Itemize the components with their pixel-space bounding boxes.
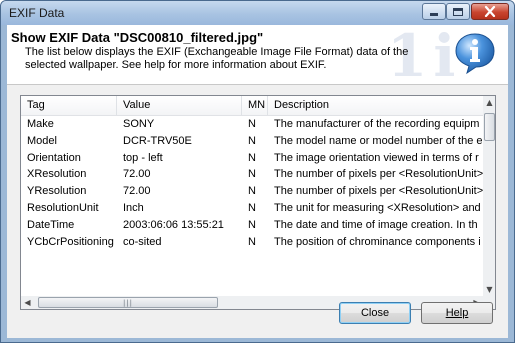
horizontal-scrollbar[interactable]: ◀ ||| ▶ — [21, 296, 483, 309]
close-button-label: Close — [360, 307, 390, 319]
row-value: top - left — [123, 151, 163, 164]
list-row[interactable]: DateTime 2003:06:06 13:55:21 N The date … — [21, 217, 483, 234]
row-mn: N — [248, 168, 256, 181]
row-value: 72.00 — [123, 185, 151, 198]
column-header-description[interactable]: Description — [268, 96, 483, 115]
maximize-button[interactable] — [446, 3, 470, 20]
row-description: The number of pixels per <ResolutionUnit… — [274, 185, 483, 198]
row-description: The position of chrominance components i — [274, 235, 481, 248]
list-row[interactable]: XResolution 72.00 N The number of pixels… — [21, 166, 483, 183]
vertical-scroll-thumb[interactable] — [484, 113, 495, 141]
row-mn: N — [248, 118, 256, 130]
row-tag: DateTime — [27, 218, 75, 231]
row-tag: XResolution — [27, 168, 87, 181]
exif-list[interactable]: Tag Value MN Description Make SONY N The… — [20, 95, 496, 310]
column-header-value[interactable]: Value — [117, 96, 242, 115]
horizontal-scroll-thumb[interactable]: ||| — [38, 297, 218, 308]
info-icon — [455, 33, 495, 75]
row-tag: ResolutionUnit — [27, 201, 99, 214]
vertical-scrollbar[interactable]: ▲ ▼ — [483, 96, 495, 296]
row-value: co-sited — [123, 235, 162, 248]
row-description: The image orientation viewed in terms of… — [274, 151, 479, 164]
minimize-icon — [430, 13, 438, 16]
close-icon — [484, 6, 496, 17]
row-tag: Orientation — [27, 151, 81, 164]
banner-title: Show EXIF Data "DSC00810_filtered.jpg" — [11, 30, 264, 45]
close-window-button[interactable] — [471, 3, 509, 20]
row-description: The manufacturer of the recording equipm — [274, 118, 480, 130]
column-header-tag[interactable]: Tag — [21, 96, 117, 115]
row-mn: N — [248, 218, 256, 231]
row-value: SONY — [123, 118, 155, 130]
column-header-mn[interactable]: MN — [242, 96, 268, 115]
list-row[interactable]: YResolution 72.00 N The number of pixels… — [21, 183, 483, 200]
list-row[interactable]: Orientation top - left N The image orien… — [21, 150, 483, 167]
scroll-left-icon[interactable]: ◀ — [21, 296, 34, 309]
maximize-icon — [453, 7, 463, 16]
list-row[interactable]: ResolutionUnit Inch N The unit for measu… — [21, 200, 483, 217]
row-mn: N — [248, 185, 256, 198]
row-mn: N — [248, 235, 256, 248]
minimize-button[interactable] — [422, 3, 446, 20]
row-tag: YCbCrPositioning — [27, 235, 114, 248]
close-button[interactable]: Close — [339, 302, 411, 324]
help-button-label: Help — [445, 307, 469, 319]
row-description: The model name or model number of the e — [274, 134, 483, 147]
row-description: The unit for measuring <XResolution> and — [274, 201, 481, 214]
banner-description: The list below displays the EXIF (Exchan… — [25, 46, 409, 71]
row-value: 72.00 — [123, 168, 151, 181]
help-button[interactable]: Help — [421, 302, 493, 324]
row-tag: Model — [27, 134, 57, 147]
exif-data-window: EXIF Data 1i Show EXIF Data "DSC00810_fi… — [0, 0, 515, 343]
row-value: Inch — [123, 201, 144, 214]
row-value: DCR-TRV50E — [123, 134, 192, 147]
row-mn: N — [248, 151, 256, 164]
row-value: 2003:06:06 13:55:21 — [123, 218, 224, 231]
title-bar[interactable]: EXIF Data — [1, 1, 514, 25]
scroll-down-icon[interactable]: ▼ — [483, 283, 495, 296]
list-rows: Make SONY N The manufacturer of the reco… — [21, 116, 483, 250]
row-tag: Make — [27, 118, 54, 130]
row-description: The number of pixels per <ResolutionUnit… — [274, 168, 483, 181]
list-row[interactable]: Make SONY N The manufacturer of the reco… — [21, 116, 483, 133]
row-mn: N — [248, 134, 256, 147]
window-title: EXIF Data — [9, 6, 65, 20]
row-tag: YResolution — [27, 185, 87, 198]
row-mn: N — [248, 201, 256, 214]
list-header: Tag Value MN Description — [21, 96, 483, 116]
dialog-body: 1i Show EXIF Data "DSC00810_filtered.jpg… — [7, 25, 508, 338]
list-row[interactable]: Model DCR-TRV50E N The model name or mod… — [21, 133, 483, 150]
header-banner: 1i Show EXIF Data "DSC00810_filtered.jpg… — [7, 25, 508, 85]
row-description: The date and time of image creation. In … — [274, 218, 478, 231]
list-row[interactable]: YCbCrPositioning co-sited N The position… — [21, 234, 483, 251]
scroll-up-icon[interactable]: ▲ — [483, 96, 495, 109]
